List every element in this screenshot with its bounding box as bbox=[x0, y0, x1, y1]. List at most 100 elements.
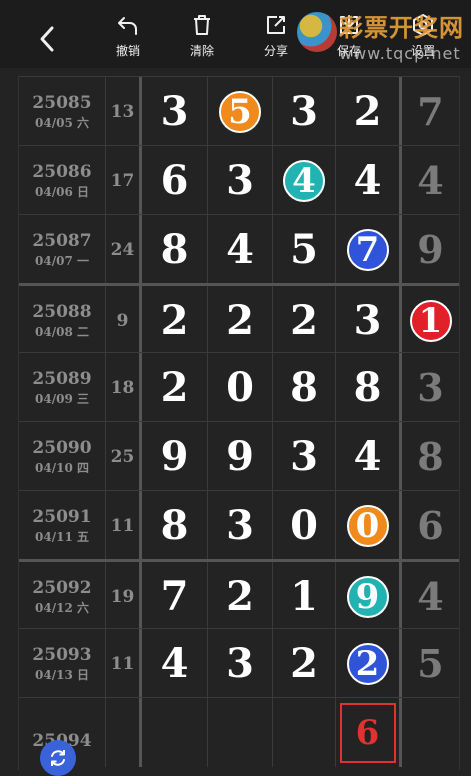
settings-label: 设置 bbox=[410, 44, 435, 58]
digit-cell[interactable]: 5 bbox=[208, 77, 273, 146]
digit-cell[interactable]: 0 bbox=[273, 491, 336, 560]
settings-button[interactable]: 设置 bbox=[393, 12, 453, 64]
issue-number: 25090 bbox=[32, 437, 92, 458]
digit-cell[interactable]: 7 bbox=[336, 215, 402, 284]
digit-cell[interactable]: 6 bbox=[142, 146, 208, 215]
last-digit-cell[interactable]: 7 bbox=[402, 77, 459, 146]
table-row: 25093 04/13 日 11 4 3 2 2 5 bbox=[19, 628, 459, 698]
digit-cell[interactable]: 7 bbox=[142, 562, 208, 631]
last-digit-cell[interactable]: 4 bbox=[402, 146, 459, 215]
back-button[interactable] bbox=[34, 24, 60, 54]
table-row: 25087 04/07 一 24 8 4 5 7 9 bbox=[19, 214, 459, 284]
clear-label: 清除 bbox=[189, 44, 214, 58]
digit-cell[interactable]: 2 bbox=[336, 629, 402, 698]
issue-date: 04/11 五 bbox=[35, 529, 89, 544]
digit: 3 bbox=[417, 365, 444, 410]
toolbar: 撤销 清除 分享 保存 设置 彩票开奖网 www.tqcp.net bbox=[0, 0, 471, 68]
digit-cell[interactable]: 0 bbox=[336, 491, 402, 560]
digit: 5 bbox=[417, 641, 444, 686]
digit: 8 bbox=[160, 226, 189, 273]
issue-number: 25086 bbox=[32, 161, 92, 182]
issue-date: 04/08 二 bbox=[35, 324, 89, 339]
digit-cell[interactable]: 4 bbox=[336, 146, 402, 215]
sum-value: 11 bbox=[110, 653, 135, 674]
digit-cell[interactable]: 3 bbox=[336, 286, 402, 355]
digit-cell[interactable]: 3 bbox=[208, 629, 273, 698]
last-digit-cell[interactable]: 9 bbox=[402, 215, 459, 284]
digit-cell[interactable]: 2 bbox=[142, 286, 208, 355]
trash-icon bbox=[194, 15, 210, 35]
share-button[interactable]: 分享 bbox=[246, 12, 306, 64]
digit-cell[interactable]: 2 bbox=[273, 629, 336, 698]
sum-cell: 18 bbox=[106, 353, 142, 422]
digit: 2 bbox=[160, 297, 189, 344]
last-digit-cell[interactable]: 1 bbox=[402, 286, 459, 355]
digit-cell[interactable]: 8 bbox=[336, 353, 402, 422]
digit-cell[interactable]: 3 bbox=[142, 77, 208, 146]
table-row: 25090 04/10 四 25 9 9 3 4 8 bbox=[19, 421, 459, 491]
digit: 4 bbox=[353, 433, 382, 480]
table-row: 25091 04/11 五 11 8 3 0 0 6 bbox=[19, 490, 459, 560]
issue-date: 04/07 一 bbox=[35, 253, 89, 268]
issue-number: 25091 bbox=[32, 506, 92, 527]
digit-cell[interactable]: 9 bbox=[336, 562, 402, 631]
issue-date: 04/13 日 bbox=[35, 667, 89, 682]
digit-cell[interactable]: 2 bbox=[208, 562, 273, 631]
highlighted-digit: 7 bbox=[346, 228, 389, 271]
digit-cell[interactable]: 8 bbox=[273, 353, 336, 422]
table-row: 25085 04/05 六 13 3 5 3 2 7 bbox=[19, 76, 459, 146]
digit: 8 bbox=[290, 364, 318, 411]
digit-cell[interactable]: 5 bbox=[273, 215, 336, 284]
digit: 8 bbox=[417, 434, 444, 479]
digit-cell[interactable]: 3 bbox=[273, 77, 336, 146]
clear-button[interactable]: 清除 bbox=[172, 12, 232, 64]
digit-cell[interactable]: 4 bbox=[336, 422, 402, 491]
digit: 4 bbox=[353, 157, 382, 204]
last-digit-cell[interactable] bbox=[402, 698, 459, 767]
digit: 2 bbox=[290, 640, 318, 687]
highlighted-digit: 4 bbox=[283, 159, 325, 202]
digit: 0 bbox=[226, 364, 254, 411]
digit-cell[interactable]: 3 bbox=[208, 146, 273, 215]
digit-cell[interactable]: 2 bbox=[336, 77, 402, 146]
digit-cell[interactable]: 3 bbox=[208, 491, 273, 560]
digit-cell[interactable]: 8 bbox=[142, 215, 208, 284]
last-digit-cell[interactable]: 5 bbox=[402, 629, 459, 698]
digit-cell[interactable]: 9 bbox=[142, 422, 208, 491]
last-digit-cell[interactable]: 3 bbox=[402, 353, 459, 422]
digit-cell[interactable]: 2 bbox=[208, 286, 273, 355]
digit-cell[interactable] bbox=[142, 698, 208, 767]
save-button[interactable]: 保存 bbox=[319, 12, 379, 64]
last-digit-cell[interactable]: 6 bbox=[402, 491, 459, 560]
digit: 9 bbox=[417, 227, 444, 272]
digit-cell[interactable]: 3 bbox=[273, 422, 336, 491]
digit-cell[interactable]: 0 bbox=[208, 353, 273, 422]
last-digit-cell[interactable]: 4 bbox=[402, 562, 459, 631]
digit: 4 bbox=[417, 574, 444, 619]
undo-button[interactable]: 撤销 bbox=[98, 12, 158, 64]
digit-cell[interactable] bbox=[273, 698, 336, 767]
highlighted-digit: 9 bbox=[346, 575, 389, 618]
digit-cell[interactable] bbox=[208, 698, 273, 767]
digit-cell[interactable]: 1 bbox=[273, 562, 336, 631]
digit: 6 bbox=[160, 157, 189, 204]
digit-cell[interactable]: 9 bbox=[208, 422, 273, 491]
digit-cell[interactable]: 6 bbox=[336, 698, 402, 767]
sum-cell bbox=[106, 698, 142, 767]
digit-cell[interactable]: 4 bbox=[208, 215, 273, 284]
refresh-button[interactable] bbox=[40, 740, 76, 776]
digit: 2 bbox=[160, 364, 189, 411]
issue-cell: 25090 04/10 四 bbox=[19, 422, 106, 491]
last-digit-cell[interactable]: 8 bbox=[402, 422, 459, 491]
digit: 3 bbox=[226, 640, 254, 687]
digit: 5 bbox=[290, 226, 318, 273]
digit-cell[interactable]: 2 bbox=[142, 353, 208, 422]
digit-cell[interactable]: 4 bbox=[273, 146, 336, 215]
table-row: 25089 04/09 三 18 2 0 8 8 3 bbox=[19, 352, 459, 422]
digit-cell[interactable]: 4 bbox=[142, 629, 208, 698]
issue-date: 04/05 六 bbox=[35, 115, 89, 130]
digit-cell[interactable]: 2 bbox=[273, 286, 336, 355]
digit: 8 bbox=[160, 502, 189, 549]
sum-cell: 24 bbox=[106, 215, 142, 284]
digit-cell[interactable]: 8 bbox=[142, 491, 208, 560]
